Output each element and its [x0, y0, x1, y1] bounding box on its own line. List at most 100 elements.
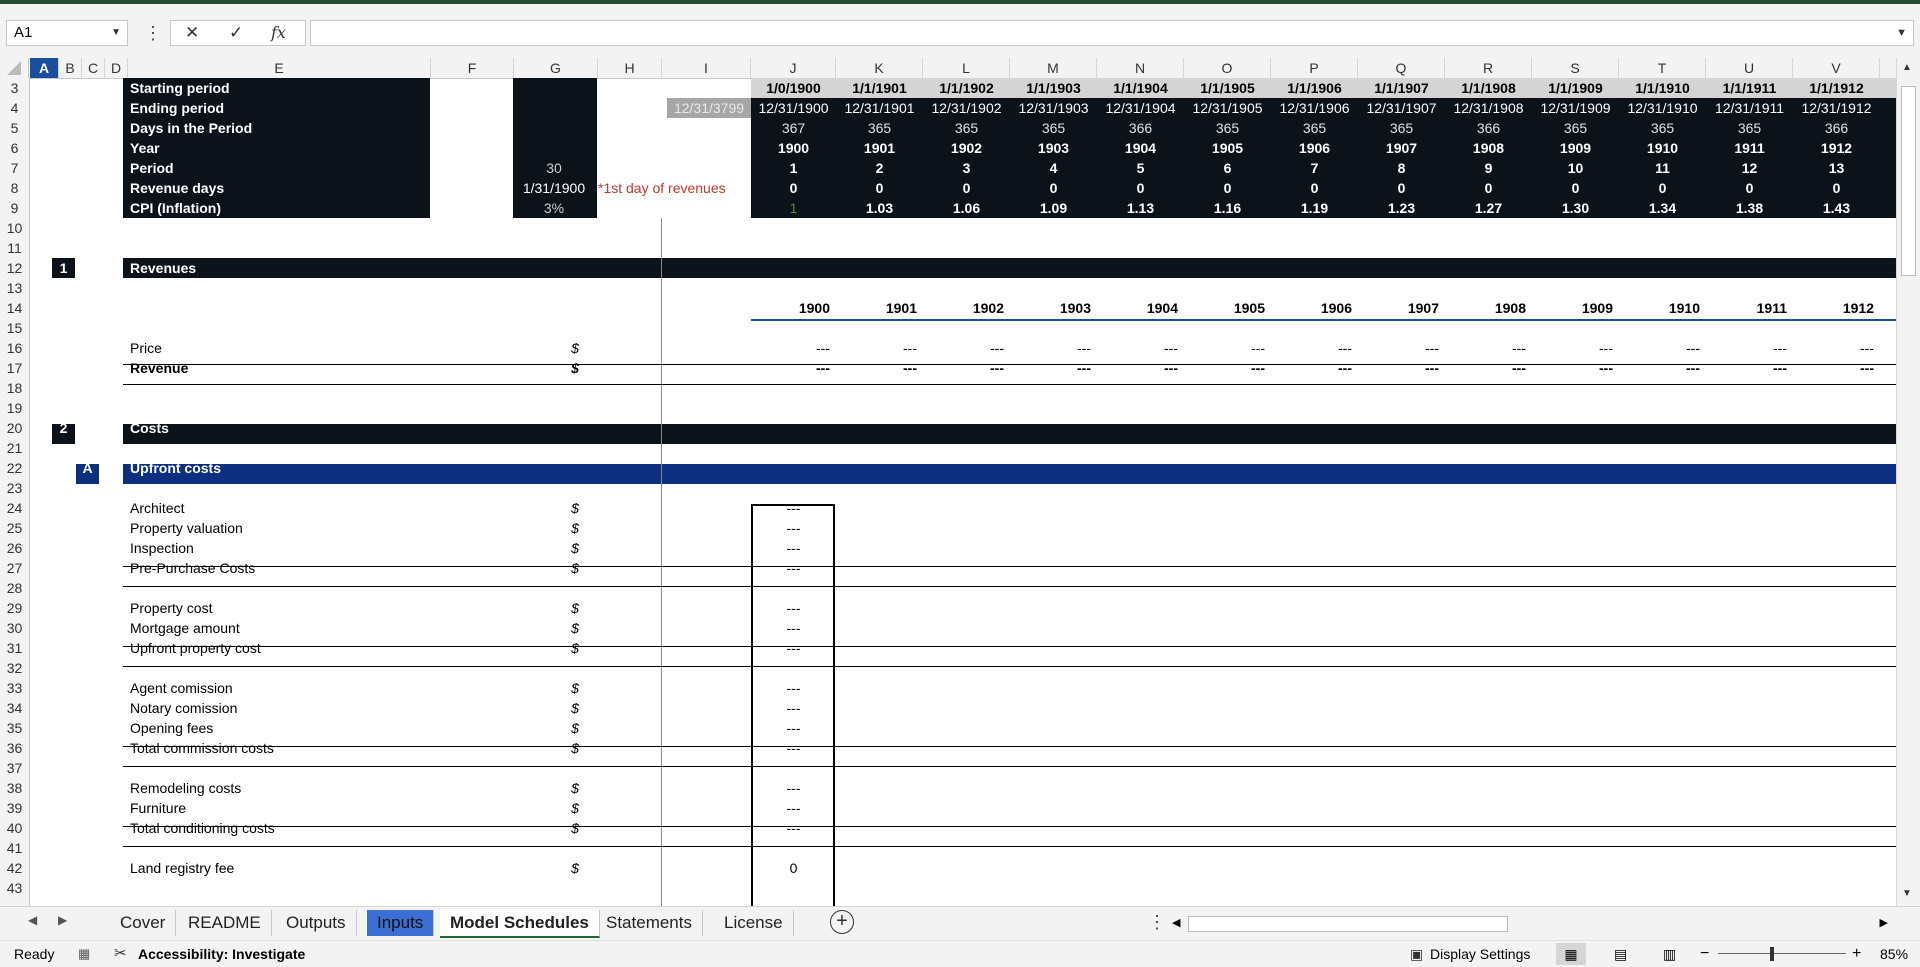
- column-header-t[interactable]: T: [1619, 58, 1706, 78]
- timeline-year-cell[interactable]: 1905: [1184, 138, 1271, 158]
- revenue-year-header[interactable]: 1903: [1010, 298, 1091, 318]
- timeline-starting-cell[interactable]: 1/1/1901: [836, 78, 923, 98]
- revenue-year-header[interactable]: 1902: [923, 298, 1004, 318]
- revenue-year-header[interactable]: 1908: [1445, 298, 1526, 318]
- cost-item-value[interactable]: ---: [751, 598, 836, 618]
- column-header-i[interactable]: I: [662, 58, 751, 78]
- price-value[interactable]: ---: [1097, 338, 1178, 358]
- column-header-u[interactable]: U: [1706, 58, 1793, 78]
- column-header-n[interactable]: N: [1097, 58, 1184, 78]
- timeline-period-cell[interactable]: 6: [1184, 158, 1271, 178]
- timing-label[interactable]: Ending period: [130, 98, 430, 118]
- timeline-revenue-days-cell[interactable]: 0: [1793, 178, 1880, 198]
- revenue-value[interactable]: ---: [1358, 358, 1439, 378]
- timing-input-value[interactable]: [514, 138, 594, 158]
- timeline-starting-cell[interactable]: 1/1/1903: [1010, 78, 1097, 98]
- zoom-slider-thumb[interactable]: [1770, 947, 1774, 961]
- cost-item-value[interactable]: ---: [751, 738, 836, 758]
- unit-label[interactable]: $: [560, 718, 590, 738]
- row-header-10[interactable]: 10: [0, 218, 29, 238]
- row-header-15[interactable]: 15: [0, 318, 29, 338]
- timeline-ending-cell[interactable]: 12/31/1905: [1184, 98, 1271, 118]
- expand-formula-icon[interactable]: ▼: [1896, 21, 1907, 45]
- row-header-24[interactable]: 24: [0, 498, 29, 518]
- timeline-cpi-cell[interactable]: 1.34: [1619, 198, 1706, 218]
- row-header-7[interactable]: 7: [0, 158, 29, 178]
- unit-label[interactable]: $: [560, 518, 590, 538]
- row-header-9[interactable]: 9: [0, 198, 29, 218]
- row-header-32[interactable]: 32: [0, 658, 29, 678]
- revenue-year-header[interactable]: 1912: [1793, 298, 1874, 318]
- unit-label[interactable]: $: [560, 338, 590, 358]
- column-header-d[interactable]: D: [105, 58, 128, 78]
- sheet-grid[interactable]: Starting period Ending period Days in the …: [30, 78, 1896, 906]
- unit-label[interactable]: $: [560, 638, 590, 658]
- timeline-year-cell[interactable]: 1904: [1097, 138, 1184, 158]
- cost-item-label[interactable]: Upfront property cost: [130, 638, 430, 658]
- row-header-25[interactable]: 25: [0, 518, 29, 538]
- row-header-36[interactable]: 36: [0, 738, 29, 758]
- timeline-ending-cell[interactable]: 12/31/1902: [923, 98, 1010, 118]
- revenue-value[interactable]: ---: [1706, 358, 1787, 378]
- display-settings-icon[interactable]: ▣: [1410, 941, 1423, 967]
- timing-input-value[interactable]: [514, 78, 594, 98]
- column-header-g[interactable]: G: [514, 58, 598, 78]
- revenue-value[interactable]: ---: [1445, 358, 1526, 378]
- column-header-b[interactable]: B: [59, 58, 82, 78]
- timeline-days-cell[interactable]: 365: [1184, 118, 1271, 138]
- timeline-days-cell[interactable]: 365: [1619, 118, 1706, 138]
- price-value[interactable]: ---: [1532, 338, 1613, 358]
- unit-label[interactable]: $: [560, 598, 590, 618]
- timeline-revenue-days-cell[interactable]: 0: [1358, 178, 1445, 198]
- timeline-ending-cell[interactable]: 12/31/1908: [1445, 98, 1532, 118]
- cost-item-label[interactable]: Land registry fee: [130, 858, 430, 878]
- cost-item-value[interactable]: ---: [751, 698, 836, 718]
- cost-item-label[interactable]: Inspection: [130, 538, 430, 558]
- scroll-up-icon[interactable]: ▲: [1902, 62, 1912, 73]
- timeline-year-cell[interactable]: 1910: [1619, 138, 1706, 158]
- column-header-l[interactable]: L: [923, 58, 1010, 78]
- normal-view-icon[interactable]: ▦: [1556, 943, 1586, 965]
- timeline-cpi-cell[interactable]: 1.13: [1097, 198, 1184, 218]
- cost-item-label[interactable]: Pre-Purchase Costs: [130, 558, 430, 578]
- cost-item-value[interactable]: ---: [751, 518, 836, 538]
- add-sheet-icon[interactable]: +: [830, 910, 854, 934]
- cost-item-value[interactable]: ---: [751, 638, 836, 658]
- revenue-value[interactable]: ---: [1271, 358, 1352, 378]
- row-header-35[interactable]: 35: [0, 718, 29, 738]
- revenue-value[interactable]: ---: [923, 358, 1004, 378]
- timeline-year-cell[interactable]: 1900: [751, 138, 836, 158]
- vertical-scroll-thumb[interactable]: [1901, 86, 1916, 276]
- row-header-4[interactable]: 4: [0, 98, 29, 118]
- timeline-year-cell[interactable]: 1911: [1706, 138, 1793, 158]
- timeline-starting-cell[interactable]: 1/1/1908: [1445, 78, 1532, 98]
- timeline-starting-cell[interactable]: 1/1/1907: [1358, 78, 1445, 98]
- timeline-cpi-cell[interactable]: 1.38: [1706, 198, 1793, 218]
- timeline-revenue-days-cell[interactable]: 0: [751, 178, 836, 198]
- cost-item-label[interactable]: Total conditioning costs: [130, 818, 430, 838]
- unit-label[interactable]: $: [560, 738, 590, 758]
- revenue-value[interactable]: ---: [1532, 358, 1613, 378]
- timeline-revenue-days-cell[interactable]: 0: [1271, 178, 1358, 198]
- price-value[interactable]: ---: [1706, 338, 1787, 358]
- revenue-value[interactable]: ---: [836, 358, 917, 378]
- column-header-j[interactable]: J: [751, 58, 836, 78]
- timeline-year-cell[interactable]: 1908: [1445, 138, 1532, 158]
- scroll-left-icon[interactable]: ◀: [1172, 916, 1180, 929]
- timing-input-value[interactable]: [514, 118, 594, 138]
- unit-label[interactable]: $: [560, 618, 590, 638]
- column-header-e[interactable]: E: [128, 58, 431, 78]
- zoom-slider[interactable]: [1718, 953, 1846, 954]
- insert-function-icon[interactable]: fx: [271, 21, 286, 45]
- timing-label[interactable]: Revenue days: [130, 178, 430, 198]
- timeline-cpi-cell[interactable]: 1.06: [923, 198, 1010, 218]
- cost-item-value[interactable]: ---: [751, 818, 836, 838]
- timeline-revenue-days-cell[interactable]: 0: [1010, 178, 1097, 198]
- row-header-18[interactable]: 18: [0, 378, 29, 398]
- price-value[interactable]: ---: [1010, 338, 1091, 358]
- cost-item-value[interactable]: ---: [751, 678, 836, 698]
- horizontal-scroll-thumb[interactable]: [1188, 916, 1508, 932]
- row-header-43[interactable]: 43: [0, 878, 29, 898]
- timeline-cpi-cell[interactable]: 1.03: [836, 198, 923, 218]
- timeline-period-cell[interactable]: 12: [1706, 158, 1793, 178]
